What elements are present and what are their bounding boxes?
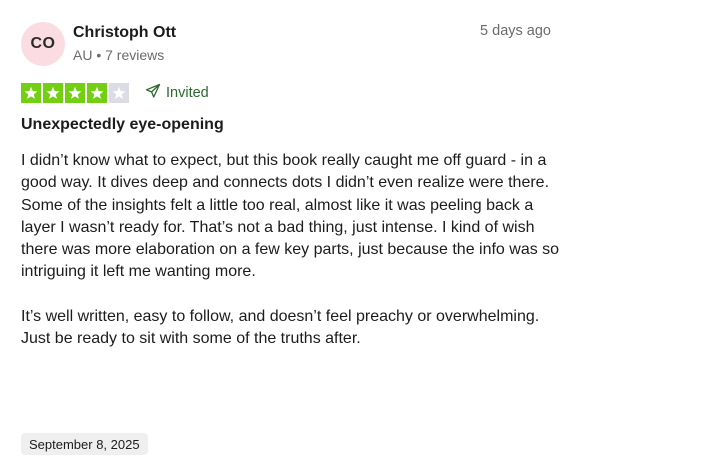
author-name[interactable]: Christoph Ott bbox=[73, 24, 176, 42]
avatar[interactable]: CO bbox=[21, 22, 65, 66]
star-filled-icon bbox=[21, 83, 41, 103]
author-meta: AU • 7 reviews bbox=[73, 47, 165, 63]
review-title[interactable]: Unexpectedly eye-opening bbox=[21, 116, 224, 134]
send-icon bbox=[145, 83, 166, 103]
star-rating bbox=[21, 83, 129, 103]
review-card: CO Christoph Ott AU • 7 reviews 5 days a… bbox=[0, 0, 716, 471]
posted-date: 5 days ago bbox=[480, 23, 551, 39]
experience-date-badge: September 8, 2025 bbox=[21, 433, 148, 455]
invited-badge[interactable]: Invited bbox=[145, 83, 209, 103]
star-filled-icon bbox=[65, 83, 85, 103]
review-paragraph: It’s well written, easy to follow, and d… bbox=[21, 307, 540, 348]
star-empty-icon bbox=[109, 83, 129, 103]
review-header: CO Christoph Ott AU • 7 reviews 5 days a… bbox=[21, 22, 551, 68]
review-body: I didn’t know what to expect, but this b… bbox=[21, 150, 561, 372]
invited-label: Invited bbox=[166, 85, 209, 101]
star-filled-icon bbox=[87, 83, 107, 103]
star-filled-icon bbox=[43, 83, 63, 103]
rating-row: Invited bbox=[21, 82, 209, 104]
review-paragraph: I didn’t know what to expect, but this b… bbox=[21, 152, 560, 281]
